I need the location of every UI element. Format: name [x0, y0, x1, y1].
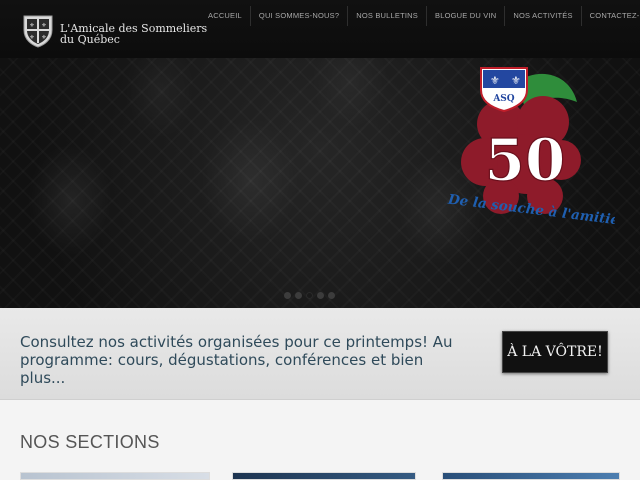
svg-text:⚜: ⚜ — [41, 22, 46, 29]
slider-dots — [284, 292, 335, 299]
nav-item-accueil[interactable]: ACCUEIL — [200, 6, 250, 26]
site-name-line2: du Québec — [60, 33, 120, 46]
nav-item-blogue-du-vin[interactable]: BLOGUE DU VIN — [426, 6, 504, 26]
nav-item-nos-bulletins[interactable]: NOS BULLETINS — [347, 6, 426, 26]
svg-text:⚜: ⚜ — [490, 74, 500, 87]
emblem-shield: ⚜ ⚜ ASQ — [480, 67, 528, 113]
emblem-number: 50 — [485, 126, 566, 194]
svg-text:⚜: ⚜ — [511, 74, 521, 87]
nav-item-contactez-nous[interactable]: CONTACTEZ-NOUS — [580, 6, 640, 26]
cta-button[interactable]: À LA VÔTRE! — [502, 331, 608, 373]
site-logo[interactable]: ⚜ ⚜ ⚜ ⚜ L'Amicale des Sommeliers du Québ… — [22, 14, 207, 48]
slider-dot-active[interactable] — [306, 292, 313, 299]
promo-text: Consultez nos activités organisées pour … — [20, 333, 453, 387]
fleur-de-lis-shield-icon: ⚜ ⚜ ⚜ ⚜ — [23, 15, 53, 48]
slider-dot[interactable] — [317, 292, 324, 299]
site-name: L'Amicale des Sommeliers du Québec — [60, 23, 207, 45]
slider-dot[interactable] — [284, 292, 291, 299]
svg-text:⚜: ⚜ — [41, 34, 46, 41]
svg-text:⚜: ⚜ — [29, 34, 34, 41]
section-thumbnail[interactable] — [442, 472, 620, 480]
slider-dot[interactable] — [295, 292, 302, 299]
hero-banner: ⚜ ⚜ ⚜ ⚜ L'Amicale des Sommeliers du Québ… — [0, 0, 640, 308]
nav-item-nos-activites[interactable]: NOS ACTIVITÉS — [504, 6, 580, 26]
svg-text:⚜: ⚜ — [29, 22, 34, 29]
top-bar: ⚜ ⚜ ⚜ ⚜ L'Amicale des Sommeliers du Québ… — [0, 0, 640, 58]
slider-dot[interactable] — [328, 292, 335, 299]
section-thumbnail[interactable] — [232, 472, 416, 480]
main-nav: ACCUEIL QUI SOMMES-NOUS? NOS BULLETINS B… — [200, 6, 640, 26]
emblem-shield-letters: ASQ — [492, 94, 514, 104]
anniversary-emblem: ⚜ ⚜ ASQ 50 De la souche à l'amitié — [446, 67, 615, 224]
nav-item-qui-sommes-nous[interactable]: QUI SOMMES-NOUS? — [249, 6, 347, 26]
section-thumbnail[interactable] — [20, 472, 210, 480]
sections-title: NOS SECTIONS — [20, 432, 160, 452]
